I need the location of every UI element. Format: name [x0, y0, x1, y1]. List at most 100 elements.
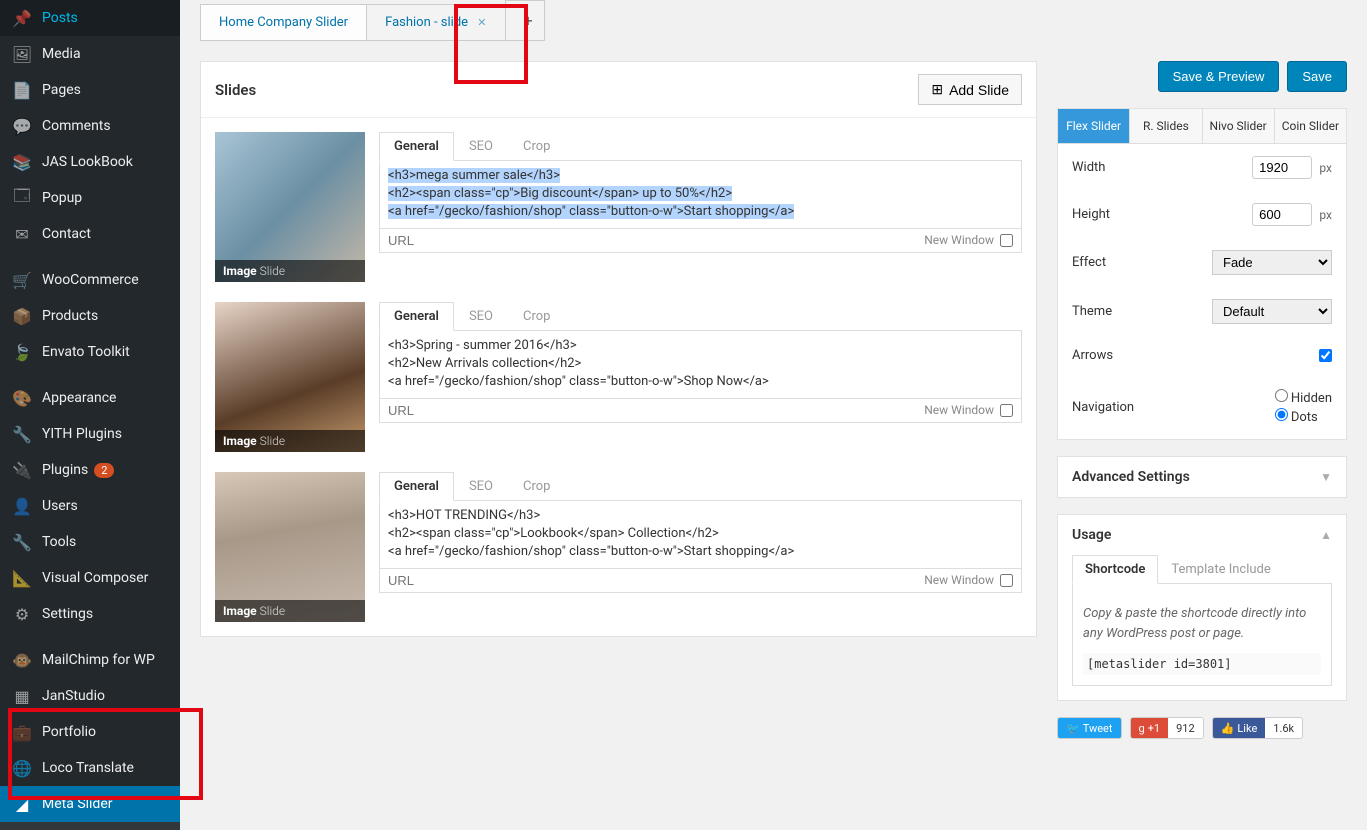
slide-url-input[interactable] — [388, 403, 924, 418]
slide-thumbnail[interactable]: Image Slide — [215, 132, 365, 282]
sidebar-item-janstudio[interactable]: ▦JanStudio — [0, 678, 180, 714]
sidebar-item-tools[interactable]: 🔧 Tools — [0, 524, 180, 560]
usage-tab-shortcode[interactable]: Shortcode — [1072, 555, 1158, 584]
sidebar-item-appearance[interactable]: 🎨Appearance — [0, 380, 180, 416]
sidebar-item-loco-translate[interactable]: 🌐Loco Translate — [0, 750, 180, 786]
width-label: Width — [1072, 160, 1105, 175]
slides-panel: Slides ⊞ Add Slide Image SlideGeneralSEO… — [200, 61, 1037, 637]
effect-select[interactable]: Fade — [1212, 250, 1332, 275]
theme-select[interactable]: Default — [1212, 299, 1332, 324]
slide-subtab-general[interactable]: General — [379, 132, 454, 161]
sidebar-item-media[interactable]: 🖼Media — [0, 36, 180, 72]
nav-hidden-radio[interactable] — [1275, 389, 1288, 402]
new-window-checkbox[interactable] — [1000, 234, 1013, 247]
slide-subtab-crop[interactable]: Crop — [508, 132, 565, 161]
slide-subtab-general[interactable]: General — [379, 302, 454, 331]
menu-label: Users — [42, 498, 78, 514]
slide-fields: GeneralSEOCrop<h3>Spring - summer 2016</… — [379, 302, 1022, 452]
slider-tabs: Home Company Slider Fashion - slide ✕ + — [200, 0, 1347, 41]
menu-label: Plugins — [42, 462, 88, 478]
new-window-checkbox[interactable] — [1000, 404, 1013, 417]
menu-label: WooCommerce — [42, 272, 139, 288]
add-tab-button[interactable]: + — [505, 0, 545, 41]
slide-url-input[interactable] — [388, 233, 924, 248]
sidebar-item-mailchimp-for-wp[interactable]: 🐵MailChimp for WP — [0, 642, 180, 678]
slide-subtab-seo[interactable]: SEO — [454, 472, 508, 501]
arrows-checkbox[interactable] — [1319, 349, 1332, 362]
sidebar-item-woocommerce[interactable]: 🛒WooCommerce — [0, 262, 180, 298]
sidebar-item-posts[interactable]: 📌Posts — [0, 0, 180, 36]
nav-dots-option[interactable]: Dots — [1275, 408, 1332, 425]
sidebar-item-pages[interactable]: 📄Pages — [0, 72, 180, 108]
sidebar-item-envato-toolkit[interactable]: 🍃Envato Toolkit — [0, 334, 180, 370]
slide-subtab-seo[interactable]: SEO — [454, 132, 508, 161]
sidebar-item-users[interactable]: 👤Users — [0, 488, 180, 524]
menu-icon: 🌐 — [12, 758, 32, 778]
slide-fields: GeneralSEOCrop<h3>mega summer sale</h3><… — [379, 132, 1022, 282]
slide-thumbnail[interactable]: Image Slide — [215, 302, 365, 452]
close-icon[interactable]: ✕ — [477, 16, 486, 29]
width-input[interactable] — [1252, 156, 1312, 179]
caption-textarea[interactable]: <h3>Spring - summer 2016</h3><h2>New Arr… — [379, 331, 1022, 399]
usage-tab-template[interactable]: Template Include — [1158, 555, 1283, 584]
sidebar-item-products[interactable]: 📦Products — [0, 298, 180, 334]
sidebar-item-popup[interactable]: 🗔Popup — [0, 180, 180, 216]
slide-subtab-seo[interactable]: SEO — [454, 302, 508, 331]
sidebar-item-jas-lookbook[interactable]: 📚JAS LookBook — [0, 144, 180, 180]
tab-fashion-slide[interactable]: Fashion - slide ✕ — [366, 4, 505, 41]
shortcode-text[interactable]: [metaslider id=3801] — [1083, 653, 1321, 675]
sidebar-item-yith-plugins[interactable]: 🔧YITH Plugins — [0, 416, 180, 452]
nav-dots-radio[interactable] — [1275, 408, 1288, 421]
admin-sidebar: 📌Posts🖼Media📄Pages💬Comments📚JAS LookBook… — [0, 0, 180, 830]
menu-icon: 🎨 — [12, 388, 32, 408]
advanced-settings-toggle[interactable]: Advanced Settings ▼ — [1058, 457, 1346, 497]
submenu-meta-slider[interactable]: Meta Slider — [0, 822, 180, 830]
new-window-label: New Window — [924, 573, 994, 587]
new-window-checkbox[interactable] — [1000, 574, 1013, 587]
menu-label: Tools — [42, 534, 76, 550]
menu-icon: 📐 — [12, 568, 32, 588]
caption-textarea[interactable]: <h3>mega summer sale</h3><h2><span class… — [379, 161, 1022, 229]
slide-subtab-crop[interactable]: Crop — [508, 472, 565, 501]
menu-icon: 🐵 — [12, 650, 32, 670]
caption-textarea[interactable]: <h3>HOT TRENDING</h3><h2><span class="cp… — [379, 501, 1022, 569]
save-button[interactable]: Save — [1287, 61, 1347, 92]
sidebar-item-meta-slider[interactable]: ◢Meta Slider — [0, 786, 180, 822]
slide-fields: GeneralSEOCrop<h3>HOT TRENDING</h3><h2><… — [379, 472, 1022, 622]
menu-label: Settings — [42, 606, 93, 622]
save-preview-button[interactable]: Save & Preview — [1158, 61, 1280, 92]
gplus-button[interactable]: g +1912 — [1130, 717, 1204, 739]
menu-label: Posts — [42, 10, 78, 26]
sidebar-item-portfolio[interactable]: 💼Portfolio — [0, 714, 180, 750]
theme-label: Theme — [1072, 304, 1112, 319]
slide-subtab-crop[interactable]: Crop — [508, 302, 565, 331]
slide-thumbnail[interactable]: Image Slide — [215, 472, 365, 622]
slide-subtab-general[interactable]: General — [379, 472, 454, 501]
menu-icon: 🔧 — [12, 532, 32, 552]
slide-url-input[interactable] — [388, 573, 924, 588]
tweet-button[interactable]: 🐦 Tweet — [1057, 717, 1122, 739]
slider-type-coin[interactable]: Coin Slider — [1275, 109, 1346, 143]
sidebar-item-plugins[interactable]: 🔌Plugins2 — [0, 452, 180, 488]
chevron-up-icon: ▲ — [1320, 528, 1332, 542]
menu-label: YITH Plugins — [42, 426, 122, 442]
slides-title: Slides — [215, 81, 256, 99]
sidebar-item-comments[interactable]: 💬Comments — [0, 108, 180, 144]
nav-hidden-option[interactable]: Hidden — [1275, 389, 1332, 406]
menu-icon: 📚 — [12, 152, 32, 172]
tab-home-company[interactable]: Home Company Slider — [200, 4, 367, 41]
width-unit: px — [1319, 161, 1332, 175]
slider-type-rslides[interactable]: R. Slides — [1130, 109, 1202, 143]
add-slide-button[interactable]: ⊞ Add Slide — [918, 74, 1022, 105]
sidebar-item-settings[interactable]: ⚙Settings — [0, 596, 180, 632]
fb-like-button[interactable]: 👍 Like1.6k — [1212, 717, 1303, 739]
height-input[interactable] — [1252, 203, 1312, 226]
slider-type-flex[interactable]: Flex Slider — [1058, 109, 1130, 143]
usage-toggle[interactable]: Usage ▲ — [1058, 515, 1346, 555]
thumb-type-label: Image Slide — [215, 600, 365, 622]
slider-type-nivo[interactable]: Nivo Slider — [1203, 109, 1275, 143]
sidebar-item-visual-composer[interactable]: 📐Visual Composer — [0, 560, 180, 596]
height-unit: px — [1319, 208, 1332, 222]
menu-label: Pages — [42, 82, 81, 98]
sidebar-item-contact[interactable]: ✉Contact — [0, 216, 180, 252]
